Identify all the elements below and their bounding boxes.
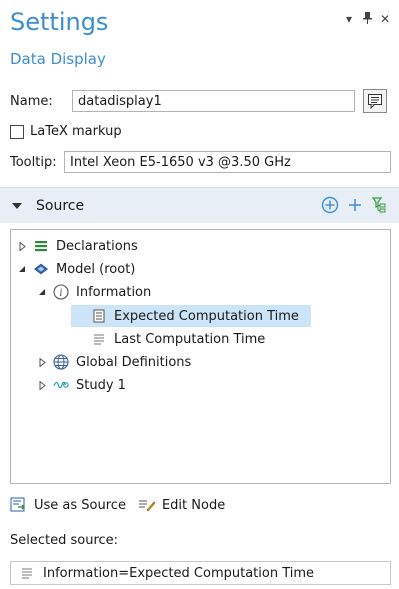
selected-source-box: Information=Expected Computation Time <box>10 561 391 585</box>
computation-time-icon <box>91 308 107 324</box>
use-as-source-icon <box>10 497 25 512</box>
add-circle-icon[interactable] <box>321 196 339 214</box>
source-tree[interactable]: Declarations Model (root) i Information … <box>10 229 391 484</box>
tree-node-expected-time[interactable]: Expected Computation Time <box>71 305 311 327</box>
close-icon[interactable]: ✕ <box>379 12 391 27</box>
tree-node-declarations[interactable]: Declarations <box>17 235 138 257</box>
tree-node-label: Declarations <box>56 238 138 254</box>
collapse-tree-icon[interactable] <box>37 287 47 297</box>
tree-node-last-time[interactable]: Last Computation Time <box>71 328 265 350</box>
tree-node-label: Model (root) <box>56 261 136 277</box>
comment-button[interactable] <box>363 89 387 113</box>
selected-source-label: Selected source: <box>10 533 119 548</box>
declarations-icon <box>33 238 49 254</box>
tree-node-information[interactable]: i Information <box>37 281 151 303</box>
comment-icon <box>368 94 382 109</box>
source-section-title: Source <box>36 197 85 214</box>
tree-node-label: Global Definitions <box>76 354 192 370</box>
edit-node-button[interactable]: Edit Node <box>138 498 225 513</box>
globe-icon <box>53 354 69 370</box>
latex-row[interactable]: LaTeX markup <box>10 124 391 139</box>
tree-node-global-definitions[interactable]: Global Definitions <box>37 351 191 373</box>
tree-node-label: Study 1 <box>76 377 126 393</box>
text-lines-icon <box>22 568 32 579</box>
pin-icon[interactable] <box>361 12 373 27</box>
expand-icon[interactable] <box>37 357 47 367</box>
tree-node-model[interactable]: Model (root) <box>17 258 135 280</box>
collapse-icon[interactable] <box>12 202 22 209</box>
selected-source-value: Information=Expected Computation Time <box>43 565 315 581</box>
tooltip-input[interactable]: Intel Xeon E5-1650 v3 @3.50 GHz <box>64 151 391 173</box>
edit-node-icon <box>138 500 156 512</box>
name-input[interactable]: datadisplay1 <box>72 90 355 112</box>
expand-icon[interactable] <box>37 380 47 390</box>
info-icon: i <box>53 284 69 300</box>
tree-filter-icon[interactable] <box>371 196 389 214</box>
expand-icon[interactable] <box>17 241 27 251</box>
window-controls: ▾ ✕ <box>343 12 391 27</box>
edit-node-label: Edit Node <box>161 497 226 513</box>
name-label: Name: <box>10 93 53 109</box>
tree-node-label: Expected Computation Time <box>114 308 299 324</box>
latex-label: LaTeX markup <box>30 124 122 139</box>
panel-subtitle: Data Display <box>10 50 106 68</box>
latex-checkbox[interactable] <box>10 124 24 139</box>
tooltip-label: Tooltip: <box>10 154 57 170</box>
dropdown-icon[interactable]: ▾ <box>343 12 355 27</box>
panel-title: Settings <box>10 8 109 36</box>
model-icon <box>33 261 49 277</box>
tooltip-row: Tooltip: Intel Xeon E5-1650 v3 @3.50 GHz <box>10 151 391 173</box>
tree-node-label: Information <box>76 284 152 300</box>
collapse-tree-icon[interactable] <box>17 264 27 274</box>
svg-text:i: i <box>59 288 62 299</box>
text-lines-icon <box>91 331 107 347</box>
study-icon <box>53 377 69 393</box>
source-section-header[interactable]: Source <box>0 187 399 223</box>
tree-node-study[interactable]: Study 1 <box>37 374 126 396</box>
plus-icon[interactable] <box>347 197 363 213</box>
use-as-source-label: Use as Source <box>34 497 126 513</box>
tree-node-label: Last Computation Time <box>114 331 266 347</box>
name-row: Name: datadisplay1 <box>10 89 391 113</box>
use-as-source-button[interactable]: Use as Source <box>10 497 126 513</box>
source-toolbar <box>321 196 389 214</box>
tree-actions: Use as Source Edit Node <box>10 497 391 513</box>
